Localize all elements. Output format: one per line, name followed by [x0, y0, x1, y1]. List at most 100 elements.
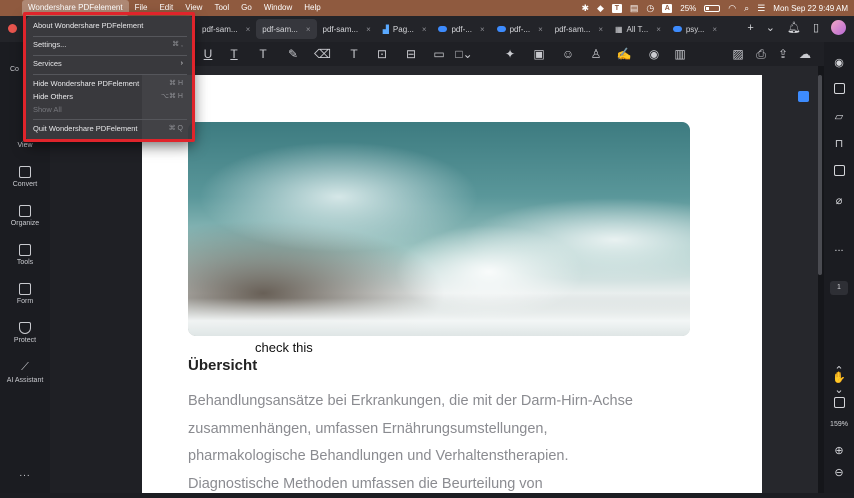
tab-document[interactable]: pdf-sam...×	[256, 19, 316, 39]
battery-percent: 25%	[680, 4, 696, 13]
vertical-scrollbar[interactable]	[818, 75, 822, 275]
sidebar-item-protect[interactable]: Protect	[0, 322, 50, 344]
print-icon[interactable]: ⎙	[753, 46, 769, 62]
more-icon[interactable]: ...	[0, 468, 50, 479]
tab-document[interactable]: ▦All T...×	[609, 19, 667, 39]
share-icon[interactable]: ⇪	[775, 46, 791, 62]
compare-icon[interactable]: ▥	[672, 46, 688, 62]
close-tab-icon[interactable]: ×	[480, 25, 485, 34]
tab-label: psy...	[686, 25, 705, 34]
close-window-icon[interactable]	[8, 24, 17, 33]
wifi-icon[interactable]: ◠	[728, 3, 736, 14]
avatar[interactable]	[831, 20, 846, 35]
signature-stamp-icon[interactable]: ♙	[588, 46, 604, 62]
pen-icon[interactable]: ✎	[285, 46, 301, 62]
fit-page-icon[interactable]	[824, 397, 854, 411]
sticker-icon[interactable]: ☺	[560, 46, 576, 62]
battery-icon[interactable]	[704, 5, 720, 12]
add-tab-icon[interactable]: +	[747, 22, 753, 34]
properties-icon[interactable]	[824, 165, 854, 179]
stamp-icon[interactable]: ▣	[531, 46, 547, 62]
menu-extra-icon[interactable]: ▤	[630, 3, 639, 14]
underline-icon[interactable]: U	[200, 46, 216, 62]
text-underline-icon[interactable]: T	[226, 46, 242, 62]
input-source-badge[interactable]: A	[662, 4, 672, 13]
clock-datetime[interactable]: Mon Sep 22 9:49 AM	[773, 4, 848, 13]
tab-document[interactable]: pdf-sam...×	[549, 19, 609, 39]
sidebar-item-convert[interactable]: Convert	[0, 166, 50, 188]
zoom-out-icon[interactable]: ⊖	[824, 466, 854, 479]
close-tab-icon[interactable]: ×	[712, 25, 717, 34]
sidebar-item-label: Form	[17, 298, 33, 305]
ai-chat-icon[interactable]: ◉	[824, 56, 854, 69]
cloud-icon	[673, 26, 682, 32]
document-paragraph: Behandlungsansätze bei Erkrankungen, die…	[188, 388, 748, 498]
close-tab-icon[interactable]: ×	[306, 25, 311, 34]
text-strike-icon[interactable]: T	[255, 46, 271, 62]
tab-document[interactable]: ▟Pag...×	[377, 19, 433, 39]
sidebar-item-tools[interactable]: Tools	[0, 244, 50, 266]
menu-tool[interactable]: Tool	[208, 0, 235, 16]
bell-icon[interactable]: 🔔︎	[787, 21, 801, 34]
menu-go[interactable]: Go	[235, 0, 258, 16]
page-number[interactable]: 1	[830, 281, 848, 295]
pin-icon[interactable]: ✦	[502, 46, 518, 62]
close-tab-icon[interactable]: ×	[366, 25, 371, 34]
text-badge-icon[interactable]: T	[612, 4, 622, 13]
zoom-level[interactable]: 159%	[824, 421, 854, 428]
tab-document[interactable]: pdf-sam...×	[196, 19, 256, 39]
comment-icon[interactable]: ▱	[824, 110, 854, 123]
shape-dropdown-icon[interactable]: □⌄	[452, 46, 476, 62]
signature-icon[interactable]: ✍	[616, 46, 632, 62]
bookmark-icon[interactable]: ⊓	[824, 137, 854, 150]
sidebar-item-label: Convert	[13, 181, 38, 188]
clock-icon[interactable]: ◷	[646, 3, 654, 14]
panel-icon[interactable]	[824, 83, 854, 97]
tab-document[interactable]: pdf-...×	[432, 19, 490, 39]
close-tab-icon[interactable]: ×	[538, 25, 543, 34]
menu-window[interactable]: Window	[258, 0, 298, 16]
save-icon[interactable]: ▨	[730, 46, 746, 62]
tab-document[interactable]: pdf-sam...×	[317, 19, 377, 39]
zoom-in-icon[interactable]: ⊕	[824, 444, 854, 457]
menu-help[interactable]: Help	[298, 0, 326, 16]
status-tray: ✱ ◆ T ▤ ◷ A 25% ◠ ⌕ ☰ Mon Sep 22 9:49 AM	[581, 0, 848, 16]
highlight-box	[23, 12, 195, 142]
bluetooth-icon[interactable]: ✱	[581, 3, 589, 14]
callout-icon[interactable]: ⊟	[403, 46, 419, 62]
note-icon[interactable]: ▭	[431, 46, 447, 62]
translate-icon[interactable]	[798, 91, 809, 102]
chevron-down-icon[interactable]: ⌄	[766, 21, 775, 34]
shield-icon	[19, 322, 31, 334]
cloud-upload-icon[interactable]: ☁	[797, 46, 813, 62]
sidebar-toggle-icon[interactable]: ▯	[813, 21, 819, 34]
tab-document[interactable]: psy... ×	[667, 19, 723, 39]
close-tab-icon[interactable]: ×	[656, 25, 661, 34]
sidebar-item-ai-assistant[interactable]: ⟋AI Assistant	[0, 361, 50, 385]
close-tab-icon[interactable]: ×	[246, 25, 251, 34]
app-window: Wondershare PDFelement File Edit View To…	[0, 0, 854, 493]
more-icon[interactable]: ...	[824, 242, 854, 254]
close-tab-icon[interactable]: ×	[598, 25, 603, 34]
sidebar-item-form[interactable]: Form	[0, 283, 50, 305]
paragraph-line: pharmakologische Behandlungen und Verhal…	[188, 443, 748, 471]
text-icon[interactable]: T	[346, 46, 362, 62]
close-tab-icon[interactable]: ×	[422, 25, 427, 34]
tab-document[interactable]: pdf-...×	[491, 19, 549, 39]
textbox-icon[interactable]: ⊡	[374, 46, 390, 62]
sidebar-item-organize[interactable]: Organize	[0, 205, 50, 227]
hand-tool-icon[interactable]: ✋	[824, 371, 854, 384]
form-icon	[19, 283, 31, 295]
document-heading: Übersicht	[188, 357, 257, 374]
search-icon[interactable]: ⌕	[744, 3, 749, 14]
paragraph-line: zusammenhängen, umfassen Ernährungsumste…	[188, 416, 748, 444]
tab-strip: pdf-sam...×pdf-sam...×pdf-sam...×▟Pag...…	[196, 16, 723, 42]
control-center-icon[interactable]: ☰	[757, 3, 765, 14]
sidebar-item-view[interactable]: View	[0, 142, 50, 149]
eye-icon[interactable]: ◉	[646, 46, 662, 62]
dropbox-icon[interactable]: ◆	[597, 3, 604, 14]
eraser-icon[interactable]: ⌫	[314, 46, 330, 62]
attachment-icon[interactable]: ⌀	[824, 194, 854, 207]
chevron-down-icon[interactable]: ⌄	[824, 383, 854, 396]
annotation-text[interactable]: check this	[255, 340, 313, 355]
